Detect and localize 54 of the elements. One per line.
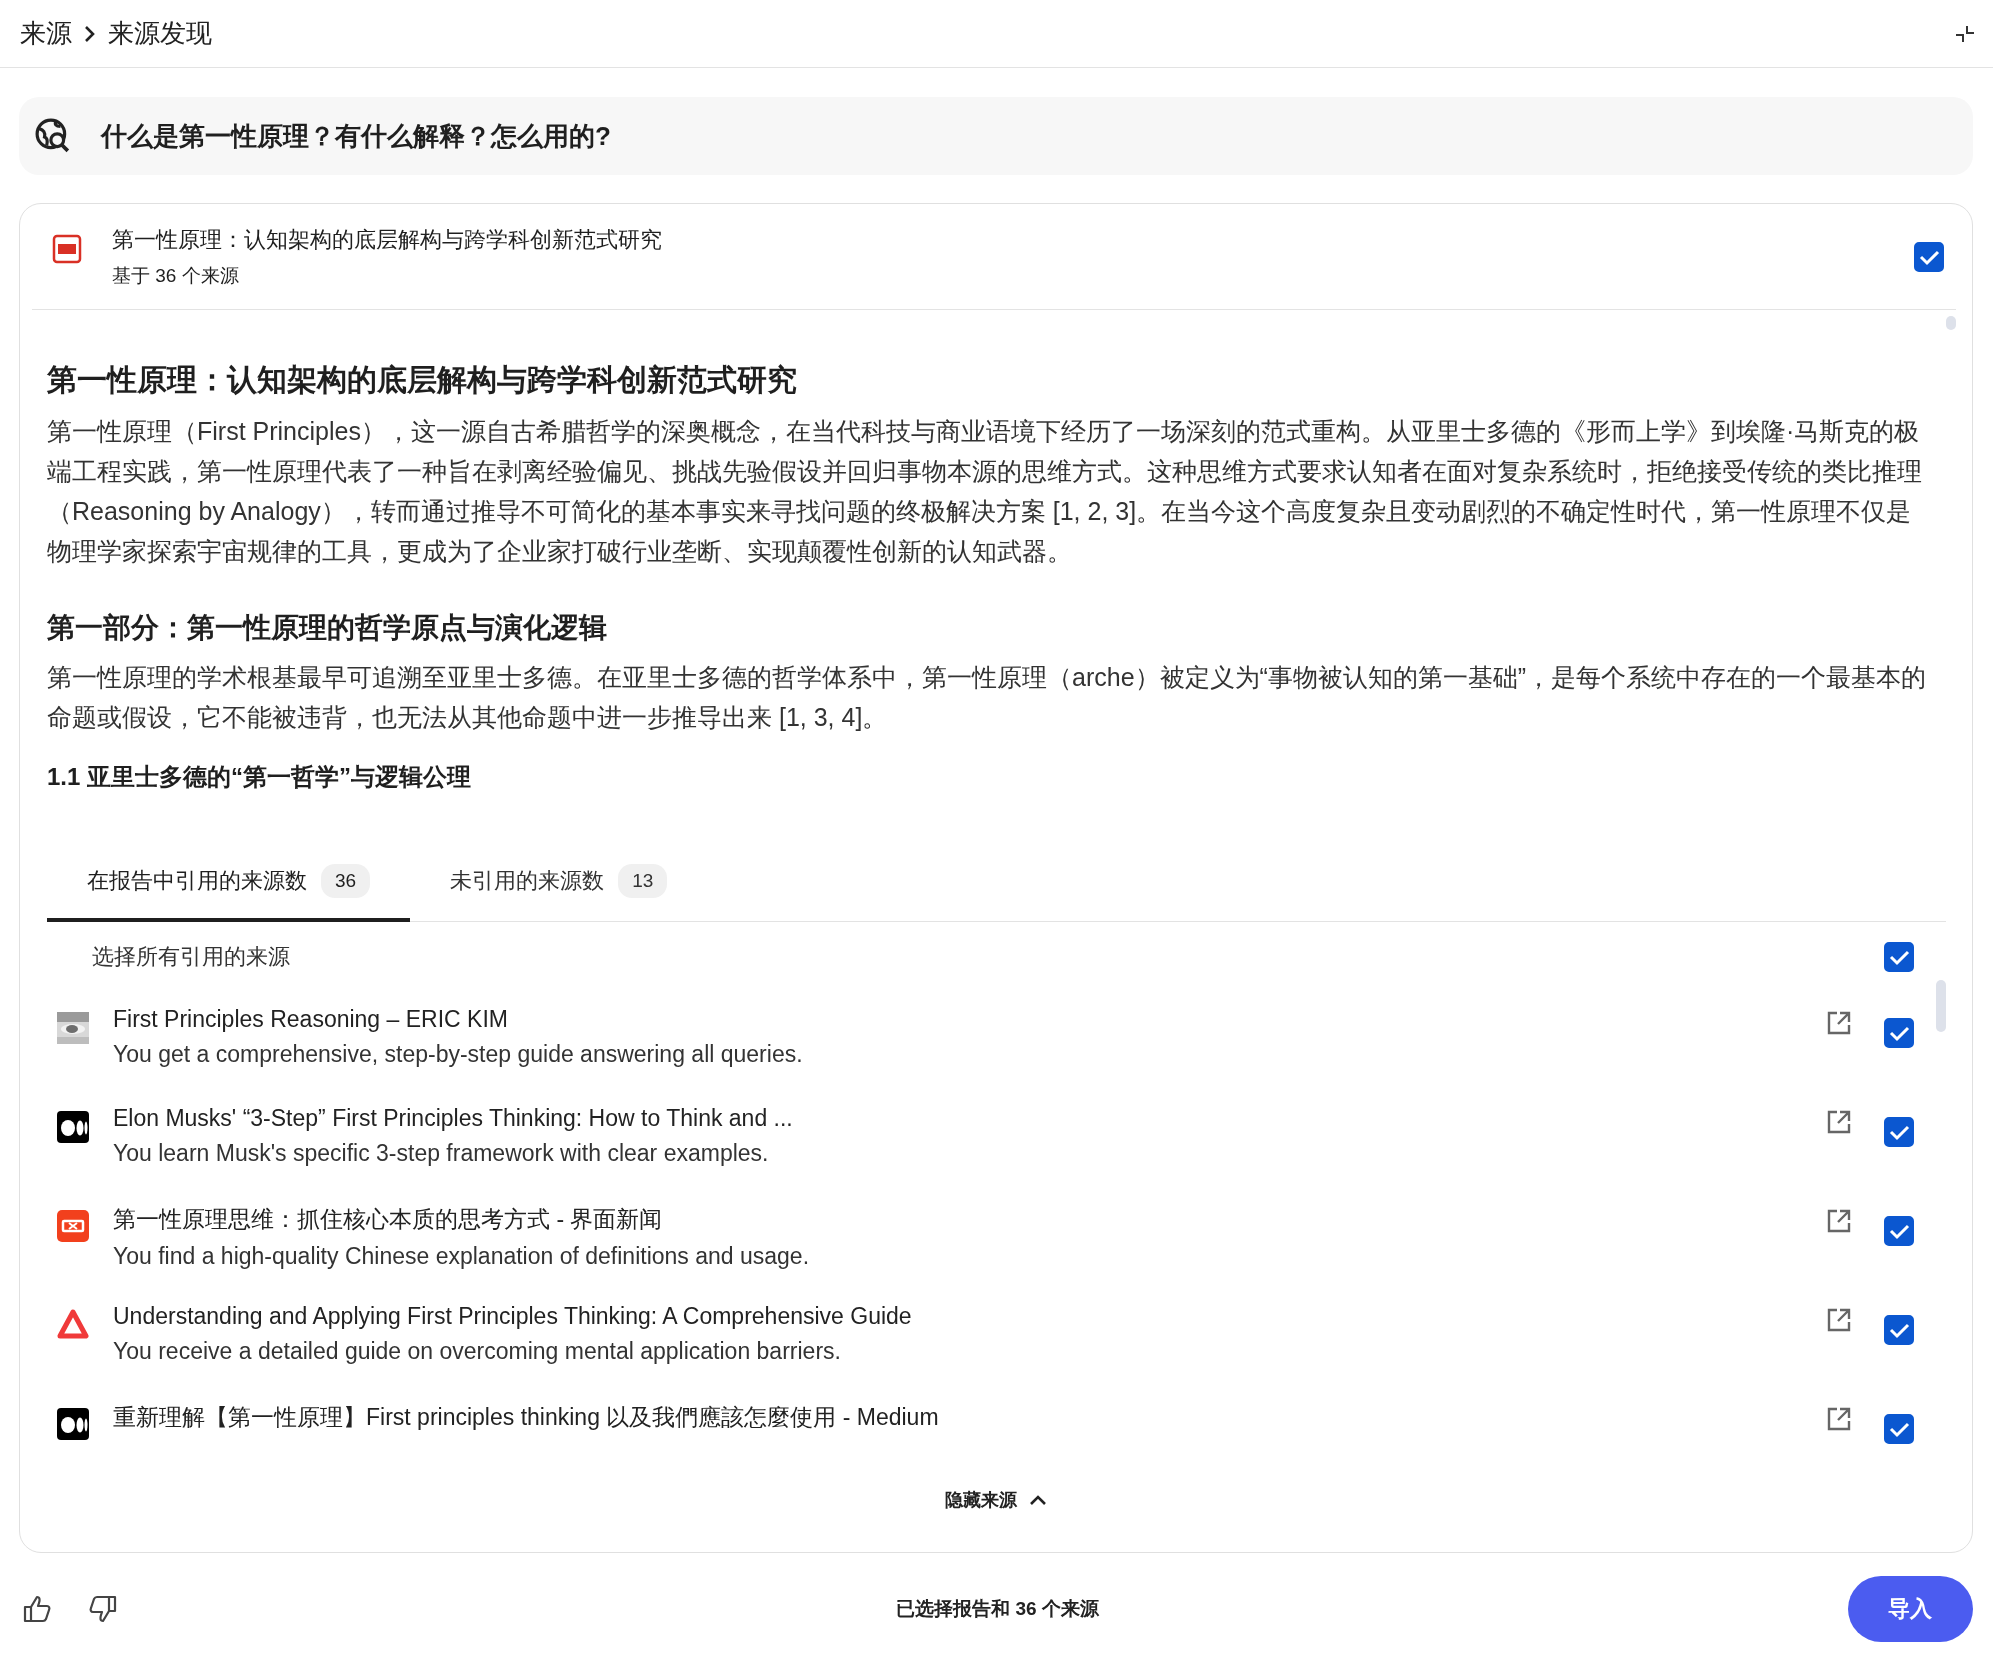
scrollbar-thumb[interactable] — [1946, 316, 1956, 330]
source-title[interactable]: 重新理解【第一性原理】First principles thinking 以及我們應該怎麼使用 - Medium — [113, 1402, 1802, 1433]
report-checkbox[interactable] — [1914, 241, 1944, 272]
source-title[interactable]: First Principles Reasoning – ERIC KIM — [113, 1006, 1802, 1033]
tab-label: 未引用的来源数 — [450, 867, 605, 895]
thumbs-up-icon[interactable] — [22, 1593, 52, 1624]
source-description: You get a comprehensive, step-by-step guide answering all queries. — [113, 1041, 804, 1068]
scrollbar-thumb[interactable] — [1936, 980, 1946, 1032]
select-all-label: 选择所有引用的来源 — [92, 943, 290, 971]
query-text: 什么是第一性原理？有什么解释？怎么用的? — [101, 119, 611, 153]
external-link-icon[interactable] — [1826, 1208, 1852, 1234]
subsection-heading: 1.1 亚里士多德的“第一哲学”与逻辑公理 — [47, 762, 473, 792]
collapse-icon[interactable] — [1955, 23, 1975, 44]
pdf-icon — [52, 234, 82, 264]
chevron-up-icon — [1029, 1493, 1047, 1506]
source-description: You receive a detailed guide on overcoming mental application barriers. — [113, 1338, 842, 1365]
triangle-logo-icon — [57, 1309, 89, 1341]
breadcrumb-item: 来源发现 — [108, 17, 212, 50]
selection-status: 已选择报告和 36 个来源 — [896, 1596, 1099, 1621]
logo-icon — [57, 1408, 89, 1440]
import-button[interactable]: 导入 — [1848, 1575, 1973, 1642]
source-checkbox[interactable] — [1884, 1315, 1914, 1345]
source-checkbox[interactable] — [1884, 1216, 1914, 1246]
count-badge: 13 — [618, 864, 668, 898]
source-description: You learn Musk's specific 3-step framework with clear examples. — [113, 1140, 770, 1167]
external-link-icon[interactable] — [1826, 1010, 1852, 1036]
report-paragraph: 第一性原理（First Principles），这一源自古希腊哲学的深奥概念，在当代科技与商业语境下经历了一场深刻的范式重构。从亚里士多德的《形而上学》到埃隆·马斯克的极端工程实践，第一性原理代表了一种旨在剥离经验偏见、挑战先验假设并回归事物本源的思维方式。这种思维方式要求认知者在面对复杂系统时，拒绝接受传统的类比推理（Reasoning by Analogy），转而通过推导不可简化的基本事实来寻找问题的终极解决方案 [1, 2, 3]。在当今这个高度复杂且变动剧烈的不确定性时代，第一性原理不仅是物理学家探索宇宙规律的工具，更成为了企业家打破行业垄断、实现颠覆性创新的认知武器。 — [47, 416, 1923, 567]
source-checkbox[interactable] — [1884, 1018, 1914, 1048]
breadcrumb-item[interactable]: 来源 — [20, 16, 72, 51]
chevron-right-icon — [84, 24, 96, 43]
source-title[interactable]: 第一性原理思维：抓住核心本质的思考方式 - 界面新闻 — [113, 1204, 1802, 1235]
section-heading: 第一部分：第一性原理的哲学原点与演化逻辑 — [47, 611, 608, 645]
report-heading: 第一性原理：认知架构的底层解构与跨学科创新范式研究 — [47, 362, 798, 398]
source-title[interactable]: Understanding and Applying First Principles Thinking: A Comprehensive Guide — [113, 1303, 1802, 1330]
logo-icon — [57, 1210, 89, 1242]
source-title[interactable]: Elon Musks' “3-Step” First Principles Thinking: How to Think and ... — [113, 1105, 1802, 1132]
source-description: You find a high-quality Chinese explanation of definitions and usage. — [113, 1243, 811, 1270]
report-paragraph: 第一性原理的学术根基最早可追溯至亚里士多德。在亚里士多德的哲学体系中，第一性原理（arche）被定义为“事物被认知的第一基础”，是每个系统中存在的一个最基本的命题或假设，它不能被违背，也无法从其他命题中进一步推导出来 [1, 3, 4]。 — [47, 662, 1928, 733]
tab-label: 在报告中引用的来源数 — [87, 867, 307, 895]
external-link-icon[interactable] — [1826, 1307, 1852, 1333]
report-title: 第一性原理：认知架构的底层解构与跨学科创新范式研究 — [112, 225, 663, 254]
sources-tab[interactable]: 在报告中引用的来源数 36 — [47, 844, 411, 922]
source-checkbox[interactable] — [1884, 1414, 1914, 1444]
select-all-checkbox[interactable] — [1884, 942, 1914, 972]
external-link-icon[interactable] — [1826, 1109, 1852, 1135]
sources-tab[interactable]: 未引用的来源数 13 — [410, 844, 708, 922]
source-checkbox[interactable] — [1884, 1117, 1914, 1147]
external-link-icon[interactable] — [1826, 1406, 1852, 1432]
logo-icon — [57, 1111, 89, 1143]
report-subtitle: 基于 36 个来源 — [112, 263, 240, 288]
count-badge: 36 — [321, 864, 371, 898]
globe-search-icon — [35, 118, 71, 154]
hide-sources-button[interactable]: 隐藏来源 — [937, 1481, 1055, 1518]
thumbs-down-icon[interactable] — [88, 1593, 118, 1624]
